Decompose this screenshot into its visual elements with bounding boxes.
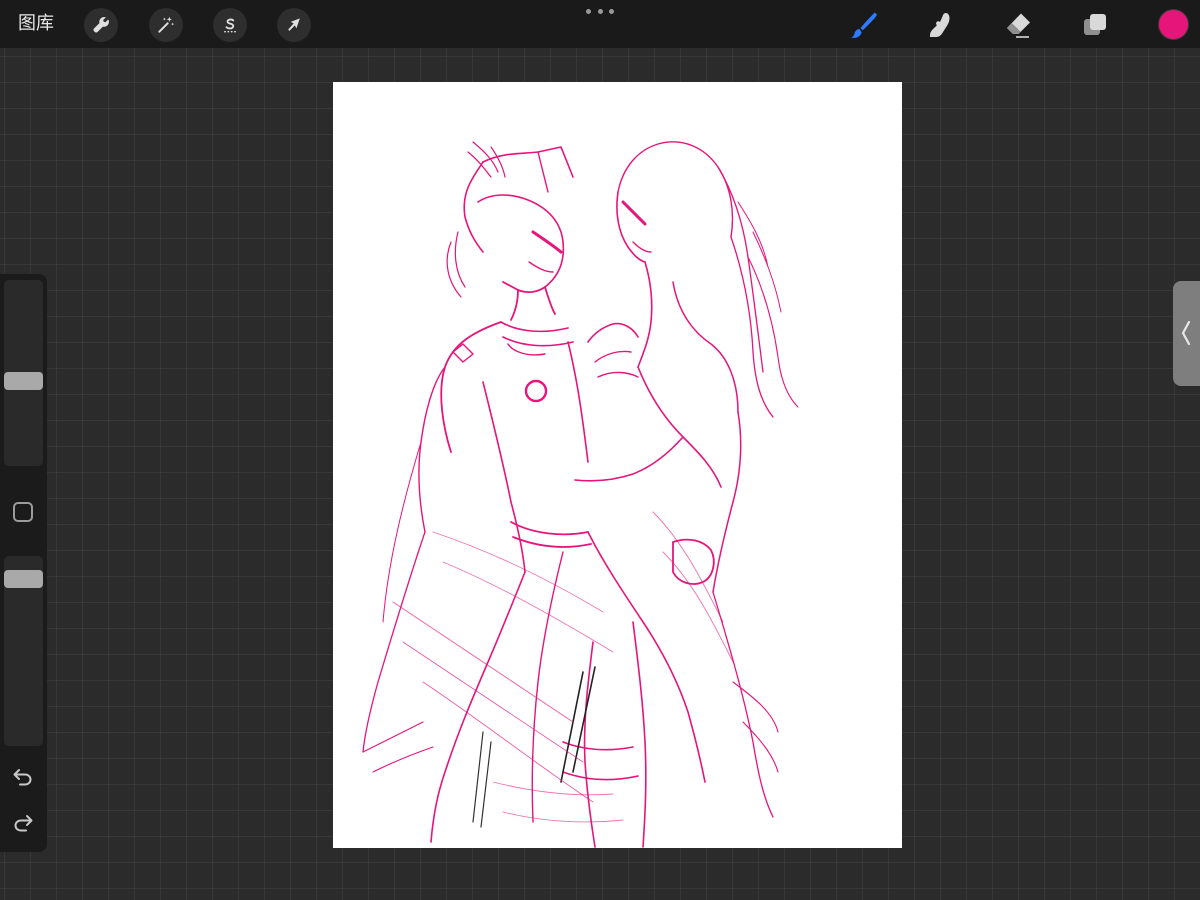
chevron-left-icon: [1181, 320, 1191, 346]
undo-icon[interactable]: [11, 764, 35, 788]
wrench-icon: [93, 17, 109, 33]
left-sidebar: [0, 274, 47, 852]
actions-button[interactable]: [84, 8, 118, 42]
arrow-cursor-icon: [288, 18, 300, 31]
adjustments-button[interactable]: [149, 8, 183, 42]
brush-tool-button[interactable]: [846, 8, 880, 42]
layers-icon: [1084, 14, 1106, 35]
brush-size-slider[interactable]: [4, 280, 43, 466]
more-menu-button[interactable]: [586, 6, 614, 16]
eraser-icon: [1007, 13, 1030, 38]
side-panel-handle[interactable]: [1173, 281, 1200, 386]
layers-button[interactable]: [1078, 8, 1112, 42]
canvas-sketch: [362, 141, 799, 848]
brush-size-thumb[interactable]: [4, 371, 43, 390]
three-dots-icon: [586, 8, 591, 14]
selection-s-icon: [224, 18, 236, 33]
brush-opacity-thumb[interactable]: [4, 570, 43, 588]
redo-icon[interactable]: [11, 810, 35, 834]
procreate-workspace: 图库: [0, 0, 1200, 900]
brush-opacity-slider[interactable]: [4, 556, 43, 746]
brush-icon: [851, 12, 877, 38]
gallery-button[interactable]: 图库: [18, 10, 54, 38]
eraser-tool-button[interactable]: [1000, 8, 1034, 42]
magic-wand-icon: [158, 16, 175, 33]
top-toolbar: 图库: [0, 0, 1200, 48]
selection-button[interactable]: [213, 8, 247, 42]
color-picker-swatch[interactable]: [1158, 9, 1189, 40]
smudge-finger-icon: [930, 13, 950, 37]
drawing-canvas[interactable]: [333, 82, 902, 848]
smudge-tool-button[interactable]: [922, 8, 956, 42]
modify-button[interactable]: [13, 502, 33, 522]
transform-button[interactable]: [277, 8, 311, 42]
